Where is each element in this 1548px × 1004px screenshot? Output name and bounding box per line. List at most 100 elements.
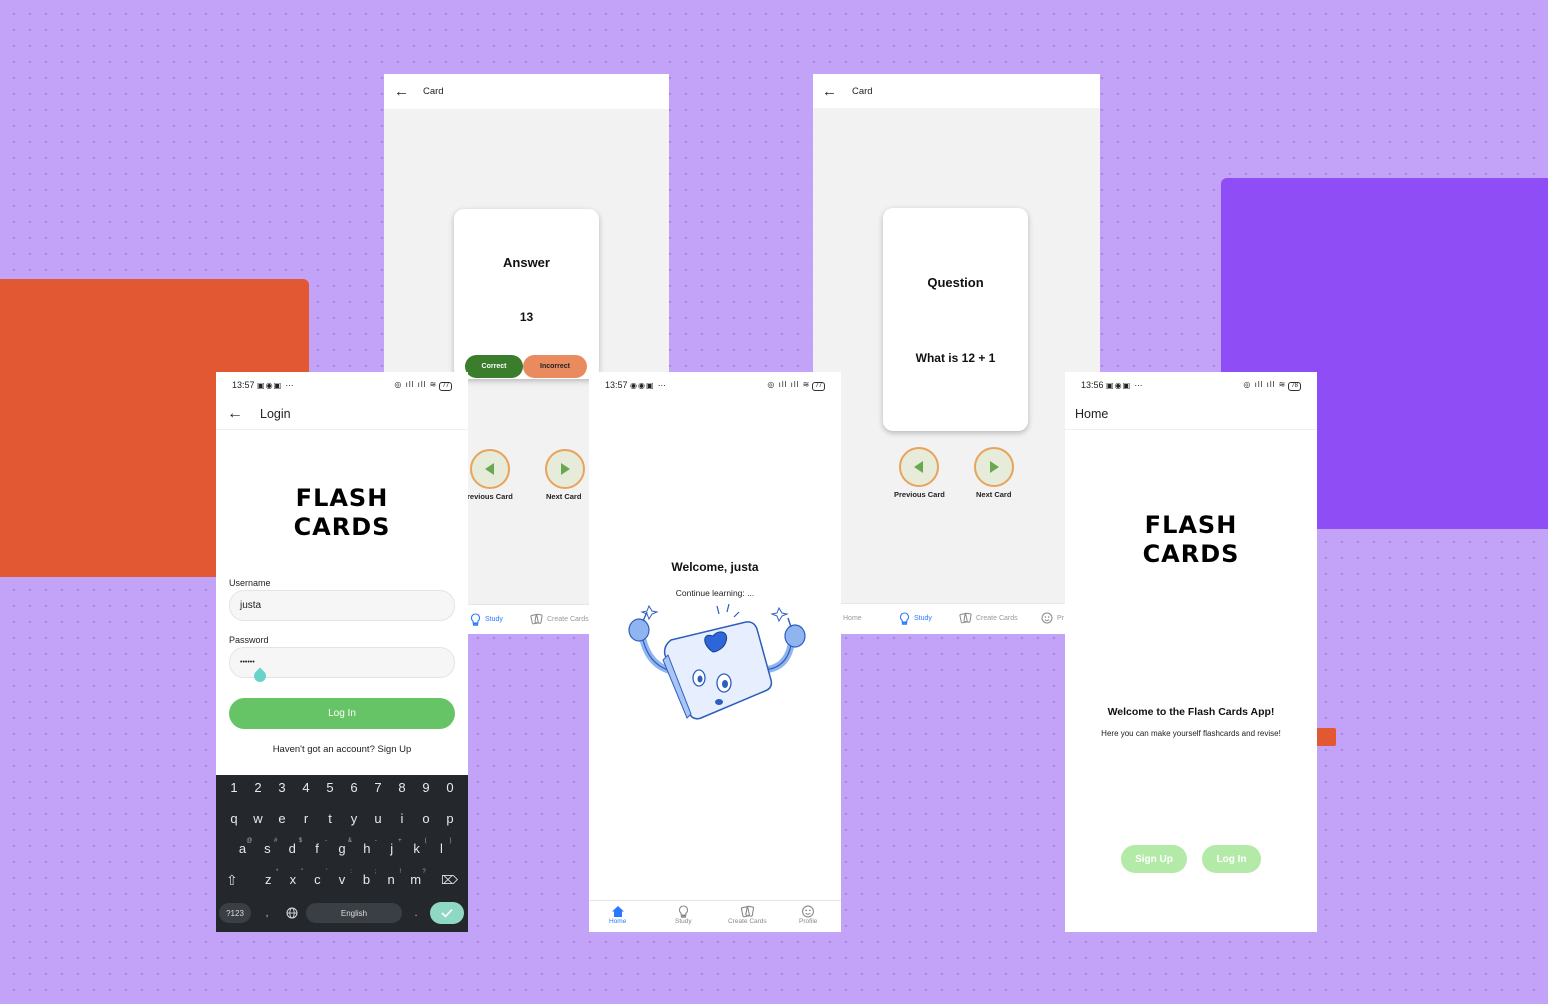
key-x[interactable]: x "	[283, 869, 303, 887]
previous-card-button[interactable]	[899, 447, 939, 487]
key-l[interactable]: l)	[431, 838, 452, 856]
cards-icon	[740, 905, 754, 918]
signal-wifi-icons: ◎ ıll ıll ≋	[767, 380, 811, 389]
next-card-label: Next Card	[976, 490, 1012, 499]
key-1[interactable]: 1	[224, 780, 244, 795]
tab-create-cards-label: Create Cards	[728, 918, 767, 925]
status-time-value: 13:57	[605, 380, 628, 390]
key-r[interactable]: r	[296, 811, 316, 826]
login-button[interactable]: Log In	[229, 698, 455, 729]
username-field[interactable]: justa	[229, 590, 455, 621]
key-6[interactable]: 6	[344, 780, 364, 795]
back-arrow-icon[interactable]: ←	[227, 405, 243, 423]
period-key[interactable]: .	[408, 903, 424, 923]
login-button[interactable]: Log In	[1202, 845, 1261, 873]
key-s[interactable]: s #	[257, 838, 278, 856]
tab-profile[interactable]: Profile	[799, 905, 817, 925]
status-time: 13:56 ▣◉▣ ⋯	[1081, 380, 1143, 390]
key-z[interactable]: z *	[258, 869, 278, 887]
back-arrow-icon[interactable]: ←	[822, 83, 837, 100]
tab-profile[interactable]: Pr	[1041, 612, 1064, 624]
key-2[interactable]: 2	[248, 780, 268, 795]
flash-card[interactable]: Answer 13	[454, 209, 599, 379]
key-f[interactable]: f-	[307, 838, 327, 856]
key-g[interactable]: g &	[332, 838, 352, 856]
key-7[interactable]: 7	[368, 780, 388, 795]
decor-small-orange-block	[1316, 728, 1336, 746]
key-a[interactable]: a @	[232, 838, 253, 856]
app-bar-title: Card	[423, 86, 444, 97]
status-time: 13:57 ◉◉▣ ⋯	[605, 380, 667, 390]
key-m[interactable]: m?	[406, 869, 425, 887]
key-alt-symbol: )	[449, 838, 452, 844]
key-c[interactable]: c '	[307, 869, 328, 887]
comma-key[interactable]: ,	[260, 903, 274, 923]
key-4[interactable]: 4	[296, 780, 316, 795]
status-bar: 13:56 ▣◉▣ ⋯ ◎ ıll ıll ≋ 78	[1065, 372, 1317, 398]
key-9[interactable]: 9	[416, 780, 436, 795]
key-v[interactable]: v:	[332, 869, 352, 887]
key-h[interactable]: h-	[357, 838, 377, 856]
enter-key[interactable]	[430, 902, 464, 924]
signup-link[interactable]: Haven't got an account? Sign Up	[216, 744, 468, 755]
key-0[interactable]: 0	[440, 780, 460, 795]
flash-card[interactable]: Question What is 12 + 1	[883, 208, 1028, 431]
tab-home[interactable]: Home	[609, 905, 626, 925]
incorrect-button[interactable]: Incorrect	[523, 355, 587, 378]
cards-icon	[959, 612, 972, 624]
mascot-illustration	[628, 603, 806, 720]
key-u[interactable]: u	[368, 811, 388, 826]
globe-key[interactable]	[282, 903, 302, 923]
logo-line-1: FLASH	[1144, 511, 1238, 539]
next-card-button[interactable]	[545, 449, 585, 489]
key-i[interactable]: i	[392, 811, 412, 826]
lightbulb-icon	[899, 612, 910, 625]
space-key[interactable]: English	[306, 903, 402, 923]
status-bar: 13:57 ▣◉▣ ⋯ ◎ ıll ıll ≋ 77	[216, 372, 468, 398]
tab-study[interactable]: Study	[899, 612, 932, 625]
key-d[interactable]: d $	[282, 838, 303, 856]
next-card-label: Next Card	[546, 492, 582, 501]
key-alt-symbol: '	[326, 869, 328, 875]
key-n[interactable]: n!	[381, 869, 401, 887]
key-e[interactable]: e	[272, 811, 292, 826]
key-o[interactable]: o	[416, 811, 436, 826]
key-3[interactable]: 3	[272, 780, 292, 795]
key-8[interactable]: 8	[392, 780, 412, 795]
back-arrow-icon[interactable]: ←	[394, 83, 409, 100]
key-alt-symbol: +	[398, 838, 402, 844]
on-screen-keyboard: 1234567890 qwertyuiop a @ s # d $ f - g & h - j + k( l)…	[216, 775, 468, 932]
logo-line-1: FLASH	[295, 484, 389, 512]
flash-cards-logo: FLASH CARDS	[1065, 511, 1317, 569]
lightbulb-icon	[470, 613, 481, 626]
status-time-value: 13:57	[232, 380, 255, 390]
tab-create-cards[interactable]: Create Cards	[959, 612, 1018, 624]
backspace-key[interactable]: ⌦	[441, 873, 458, 887]
key-j[interactable]: j +	[382, 838, 402, 856]
key-5[interactable]: 5	[320, 780, 340, 795]
key-p[interactable]: p	[440, 811, 460, 826]
welcome-heading: Welcome, justa	[671, 560, 759, 574]
key-w[interactable]: w	[248, 811, 268, 826]
tab-home[interactable]: Home	[843, 615, 862, 622]
tab-study[interactable]: Study	[675, 905, 692, 925]
key-alt-symbol: #	[273, 838, 278, 844]
comma-key-label: ,	[265, 907, 269, 919]
status-right: ◎ ıll ıll ≋ 78	[1243, 379, 1301, 391]
tab-study-label: Study	[675, 918, 692, 925]
key-t[interactable]: t	[320, 811, 340, 826]
key-y[interactable]: y	[344, 811, 364, 826]
previous-card-button[interactable]	[470, 449, 510, 489]
signup-button[interactable]: Sign Up	[1121, 845, 1187, 873]
key-q[interactable]: q	[224, 811, 244, 826]
home-icon	[611, 906, 624, 917]
key-b[interactable]: b;	[357, 869, 377, 887]
status-bar: 13:57 ◉◉▣ ⋯ ◎ ıll ıll ≋ 77	[589, 372, 841, 398]
correct-button[interactable]: Correct	[465, 355, 523, 378]
tab-study[interactable]: Study	[470, 613, 503, 626]
next-card-button[interactable]	[974, 447, 1014, 487]
key-k[interactable]: k(	[407, 838, 426, 856]
tab-create-cards[interactable]: Create Cards	[530, 613, 589, 625]
tab-create-cards[interactable]: Create Cards	[728, 905, 767, 925]
symbols-key[interactable]: ?123	[219, 903, 251, 923]
